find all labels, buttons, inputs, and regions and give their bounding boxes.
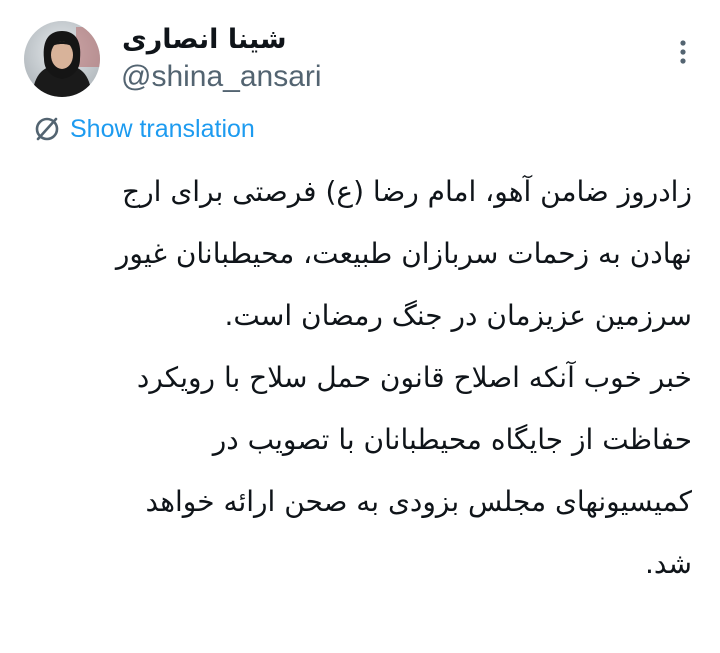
tweet-card: شینا انصاری @shina_ansari Show translati… [0,0,720,653]
show-translation-link[interactable]: Show translation [32,112,255,146]
tweet-text-line: زادروز ضامن آهو، امام رضا (ع) فرصتی برای… [122,175,692,208]
tweet-text: زادروز ضامن آهو، امام رضا (ع) فرصتی برای… [30,161,692,595]
tweet-text-line: سرزمین عزیزمان در جنگ رمضان است. [224,299,692,332]
show-translation-label: Show translation [70,114,255,143]
tweet-text-line: نهادن به زحمات سربازان طبیعت، محیطبانان … [115,237,692,270]
tweet-text-line: کمیسیونهای مجلس بزودی به صحن ارائه خواهد [145,485,692,518]
tweet-text-line: شد. [644,547,692,580]
avatar[interactable] [24,21,100,97]
more-vertical-icon [680,40,686,64]
tweet-text-line: خبر خوب آنکه اصلاح قانون حمل سلاح با روی… [136,361,692,394]
author-display-name[interactable]: شینا انصاری [122,22,287,58]
translate-globe-icon [32,114,62,144]
avatar-image [24,21,100,97]
tweet-text-line: حفاظت از جایگاه محیطبانان با تصویب در [212,423,692,456]
more-options-button[interactable] [668,32,698,72]
author-handle[interactable]: @shina_ansari [121,58,322,96]
